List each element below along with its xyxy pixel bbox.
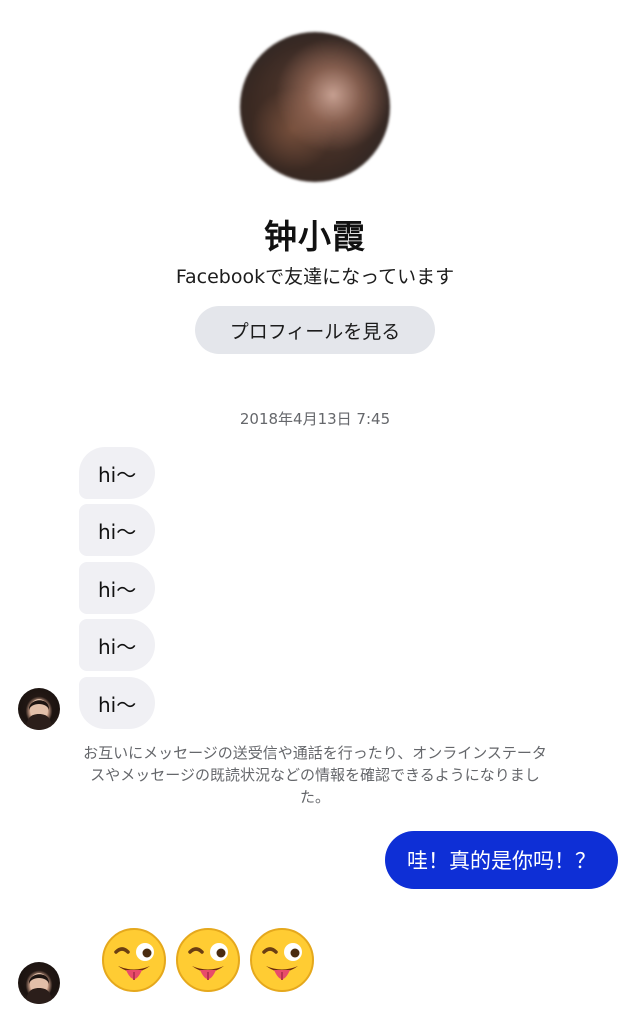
view-profile-button[interactable]: プロフィールを見る [195,306,435,354]
sender-avatar[interactable] [18,688,60,730]
emoji-reply-message[interactable] [100,926,316,994]
avatar-portrait-icon [26,973,52,1004]
winking-face-with-tongue-icon [250,928,314,992]
sender-avatar[interactable] [18,962,60,1004]
sent-message[interactable]: 哇！真的是你吗！？ [385,831,618,889]
avatar-portrait-icon [26,699,52,730]
connection-system-note: お互いにメッセージの送受信や通話を行ったり、オンラインステータスやメッセージの既… [83,744,547,806]
received-message[interactable]: hi〜 [79,619,156,671]
friend-status-text: Facebookで友達になっています [175,266,455,288]
received-message[interactable]: hi〜 [79,562,156,614]
received-message[interactable]: hi〜 [79,504,156,556]
received-message[interactable]: hi〜 [79,447,156,499]
winking-face-with-tongue-icon [102,928,166,992]
contact-name: 钟小霞 [264,217,366,256]
contact-profile-photo[interactable] [240,32,390,182]
winking-face-with-tongue-icon [176,928,240,992]
conversation-timestamp: 2018年4月13日 7:45 [239,410,391,428]
received-message[interactable]: hi〜 [79,677,156,729]
